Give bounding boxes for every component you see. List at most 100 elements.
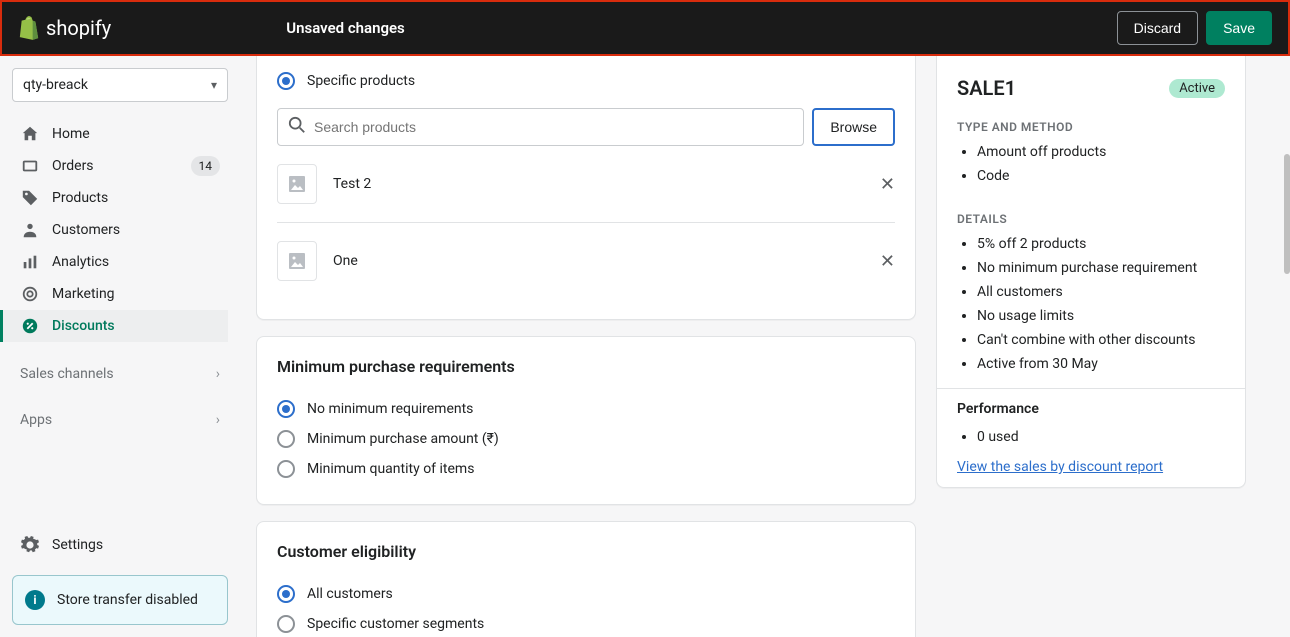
minimum-purchase-card: Minimum purchase requirements No minimum… — [256, 336, 916, 505]
card-title: Customer eligibility — [277, 542, 895, 561]
orders-badge: 14 — [191, 156, 221, 176]
sidebar-item-customers[interactable]: Customers — [12, 214, 228, 246]
store-name: qty-breack — [23, 77, 88, 93]
sidebar: qty-breack ▾ Home Orders 14 Products — [0, 56, 240, 637]
radio-label: All customers — [307, 586, 393, 602]
list-item: No minimum purchase requirement — [977, 256, 1225, 280]
tag-icon — [20, 188, 40, 208]
sidebar-item-marketing[interactable]: Marketing — [12, 278, 228, 310]
image-placeholder-icon — [277, 241, 317, 281]
discard-button[interactable]: Discard — [1117, 11, 1198, 45]
radio-icon — [277, 400, 295, 418]
unsaved-bar: shopify Unsaved changes Discard Save — [0, 0, 1290, 56]
remove-product-button[interactable]: ✕ — [880, 174, 895, 195]
product-name: One — [333, 253, 358, 269]
radio-label: Minimum purchase amount (₹) — [307, 431, 499, 447]
search-icon — [288, 116, 306, 138]
main-content: Specific products Browse — [240, 56, 1290, 637]
apps-section[interactable]: Apps › — [12, 406, 228, 434]
radio-icon — [277, 460, 295, 478]
marketing-icon — [20, 284, 40, 304]
sidebar-item-label: Products — [52, 190, 108, 206]
unsaved-title: Unsaved changes — [286, 19, 405, 37]
chevron-right-icon: › — [216, 366, 220, 382]
type-method-list: Amount off products Code — [957, 140, 1225, 188]
sidebar-item-label: Discounts — [52, 318, 115, 334]
sidebar-item-label: Home — [52, 126, 90, 142]
list-item: Can't combine with other discounts — [977, 328, 1225, 352]
radio-min-quantity[interactable]: Minimum quantity of items — [277, 454, 895, 484]
sidebar-item-label: Orders — [52, 158, 94, 174]
radio-no-minimum[interactable]: No minimum requirements — [277, 394, 895, 424]
store-transfer-banner: i Store transfer disabled — [12, 575, 228, 625]
sidebar-item-orders[interactable]: Orders 14 — [12, 150, 228, 182]
applies-to-card: Specific products Browse — [256, 56, 916, 320]
type-method-label: TYPE AND METHOD — [957, 120, 1225, 134]
details-label: DETAILS — [957, 212, 1225, 226]
radio-icon — [277, 430, 295, 448]
selected-product-row: Test 2 ✕ — [277, 146, 895, 223]
image-placeholder-icon — [277, 164, 317, 204]
list-item: Code — [977, 164, 1225, 188]
discount-icon — [20, 316, 40, 336]
sidebar-item-label: Analytics — [52, 254, 109, 270]
radio-label: Minimum quantity of items — [307, 461, 474, 477]
radio-icon — [277, 615, 295, 633]
save-button[interactable]: Save — [1206, 11, 1272, 45]
customer-eligibility-card: Customer eligibility All customers Speci… — [256, 521, 916, 637]
summary-card: SALE1 Active TYPE AND METHOD Amount off … — [936, 56, 1246, 488]
sidebar-item-settings[interactable]: Settings — [12, 527, 228, 563]
apps-label: Apps — [20, 412, 52, 428]
brand-text: shopify — [46, 16, 111, 40]
scrollbar-track — [1284, 56, 1290, 637]
sidebar-item-analytics[interactable]: Analytics — [12, 246, 228, 278]
home-icon — [20, 124, 40, 144]
chevron-right-icon: › — [216, 412, 220, 428]
sidebar-item-products[interactable]: Products — [12, 182, 228, 214]
sidebar-item-home[interactable]: Home — [12, 118, 228, 150]
remove-product-button[interactable]: ✕ — [880, 251, 895, 272]
product-name: Test 2 — [333, 176, 371, 192]
orders-icon — [20, 156, 40, 176]
chevron-down-icon: ▾ — [211, 78, 217, 92]
status-badge: Active — [1169, 79, 1225, 98]
radio-all-customers[interactable]: All customers — [277, 579, 895, 609]
transfer-text: Store transfer disabled — [57, 592, 198, 608]
info-icon: i — [25, 590, 45, 610]
store-switcher[interactable]: qty-breack ▾ — [12, 68, 228, 102]
list-item: Amount off products — [977, 140, 1225, 164]
radio-icon — [277, 72, 295, 90]
sidebar-item-discounts[interactable]: Discounts — [0, 310, 228, 342]
analytics-icon — [20, 252, 40, 272]
details-list: 5% off 2 products No minimum purchase re… — [957, 232, 1225, 376]
view-report-link[interactable]: View the sales by discount report — [957, 459, 1163, 475]
sales-channels-section[interactable]: Sales channels › — [12, 360, 228, 388]
list-item: 0 used — [977, 425, 1225, 449]
list-item: All customers — [977, 280, 1225, 304]
scrollbar-thumb[interactable] — [1284, 154, 1290, 274]
radio-icon — [277, 585, 295, 603]
radio-specific-products[interactable]: Specific products — [277, 66, 895, 96]
radio-min-amount[interactable]: Minimum purchase amount (₹) — [277, 424, 895, 454]
radio-specific-segments[interactable]: Specific customer segments — [277, 609, 895, 637]
person-icon — [20, 220, 40, 240]
performance-label: Performance — [957, 401, 1225, 417]
card-title: Minimum purchase requirements — [277, 357, 895, 376]
performance-list: 0 used — [957, 425, 1225, 449]
list-item: Active from 30 May — [977, 352, 1225, 376]
selected-product-row: One ✕ — [277, 223, 895, 299]
product-search[interactable] — [277, 108, 804, 146]
sales-channels-label: Sales channels — [20, 366, 114, 382]
radio-label: No minimum requirements — [307, 401, 473, 417]
list-item: No usage limits — [977, 304, 1225, 328]
product-search-input[interactable] — [314, 119, 793, 135]
list-item: 5% off 2 products — [977, 232, 1225, 256]
gear-icon — [20, 535, 40, 555]
settings-label: Settings — [52, 537, 103, 553]
discount-code-title: SALE1 — [957, 76, 1016, 100]
browse-button[interactable]: Browse — [812, 108, 895, 146]
sidebar-item-label: Marketing — [52, 286, 115, 302]
radio-label: Specific products — [307, 73, 415, 89]
shopify-logo: shopify — [18, 16, 111, 40]
radio-label: Specific customer segments — [307, 616, 484, 632]
